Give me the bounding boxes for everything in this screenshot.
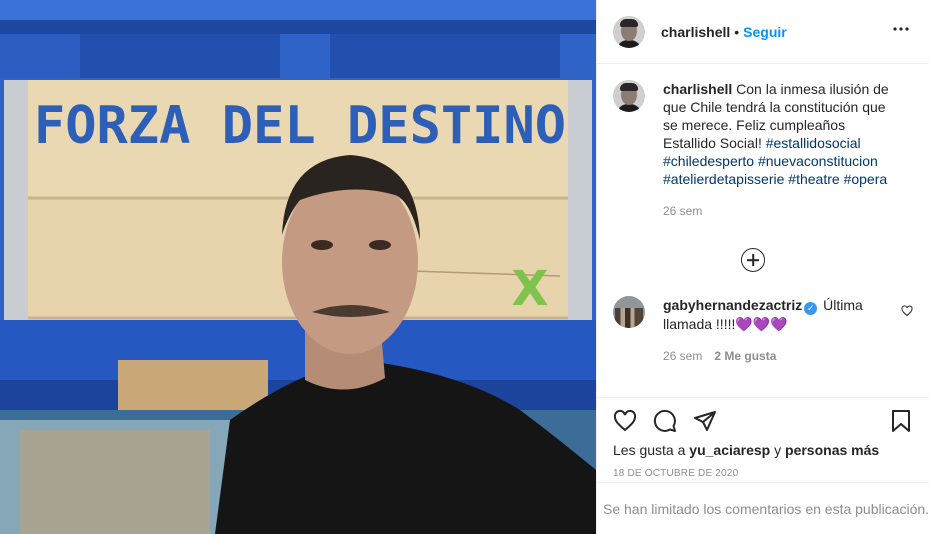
hashtag-link[interactable]: #theatre bbox=[788, 171, 839, 187]
comment-time[interactable]: 26 sem bbox=[663, 349, 702, 363]
comment-icon[interactable] bbox=[653, 409, 693, 436]
post-sidebar: charlishell • Seguir charlishell Con la … bbox=[596, 0, 929, 534]
bookmark-icon[interactable] bbox=[889, 409, 913, 436]
caption-comment: charlishell Con la inmesa ilusión de que… bbox=[613, 80, 913, 188]
action-icons bbox=[613, 406, 913, 438]
comment-meta: 26 sem 2 Me gusta bbox=[663, 349, 913, 363]
likes-middle: y bbox=[770, 442, 786, 458]
caption-avatar[interactable] bbox=[613, 80, 645, 112]
post-date[interactable]: 18 de octubre de 2020 bbox=[613, 468, 913, 479]
likes-summary: Les gusta a yu_aciaresp y personas más bbox=[613, 442, 913, 458]
hashtag-link[interactable]: #atelierdetapisserie bbox=[663, 171, 784, 187]
more-horizontal-icon[interactable] bbox=[889, 17, 913, 46]
comment-likes[interactable]: 2 Me gusta bbox=[714, 349, 776, 363]
post-photo[interactable]: FORZA DEL DESTINO X bbox=[0, 0, 596, 534]
author-avatar[interactable] bbox=[613, 15, 645, 48]
crate-x-mark: X bbox=[511, 261, 548, 317]
caption-time[interactable]: 26 sem bbox=[663, 204, 702, 218]
heart-icon[interactable] bbox=[613, 409, 653, 436]
comment-text: gabyhernandezactriz ✓ Última llamada !!!!… bbox=[663, 296, 868, 333]
caption-meta: 26 sem bbox=[663, 204, 913, 218]
likes-others-link[interactable]: personas más bbox=[785, 442, 879, 458]
author-username[interactable]: charlishell bbox=[661, 24, 730, 40]
post-viewer: FORZA DEL DESTINO X charlishell • Seguir… bbox=[0, 0, 929, 534]
comments-limited-notice: Se han limitado los comentarios en esta … bbox=[597, 482, 929, 534]
hashtag-link[interactable]: #estallidosocial bbox=[766, 135, 861, 151]
hashtag-link[interactable]: #nuevaconstitucion bbox=[758, 153, 878, 169]
caption-username[interactable]: charlishell bbox=[663, 81, 732, 97]
caption-text: charlishell Con la inmesa ilusión de que… bbox=[663, 80, 893, 188]
crate-stencil-text: FORZA DEL DESTINO bbox=[34, 96, 566, 156]
header-separator: • bbox=[734, 23, 740, 40]
comments-section: charlishell Con la inmesa ilusión de que… bbox=[597, 64, 929, 397]
post-header: charlishell • Seguir bbox=[597, 0, 929, 64]
comment-item: gabyhernandezactriz ✓ Última llamada !!!!… bbox=[613, 296, 913, 333]
liker-username[interactable]: yu_aciaresp bbox=[689, 442, 770, 458]
share-icon[interactable] bbox=[693, 409, 733, 436]
hashtag-link[interactable]: #chiledesperto bbox=[663, 153, 754, 169]
hashtag-link[interactable]: #opera bbox=[844, 171, 888, 187]
commenter-avatar[interactable] bbox=[613, 296, 645, 328]
likes-prefix: Les gusta a bbox=[613, 442, 690, 458]
post-actions: Les gusta a yu_aciaresp y personas más 1… bbox=[597, 397, 929, 482]
like-comment-heart-icon[interactable] bbox=[901, 304, 913, 320]
verified-badge-icon: ✓ bbox=[804, 302, 818, 315]
load-more-comments bbox=[597, 248, 913, 272]
plus-circle-icon[interactable] bbox=[741, 248, 765, 272]
photo-illustration: FORZA DEL DESTINO X bbox=[0, 0, 596, 534]
commenter-username[interactable]: gabyhernandezactriz bbox=[663, 297, 802, 313]
follow-button[interactable]: Seguir bbox=[743, 24, 787, 40]
purple-hearts-emoji: 💜💜💜 bbox=[735, 316, 788, 332]
